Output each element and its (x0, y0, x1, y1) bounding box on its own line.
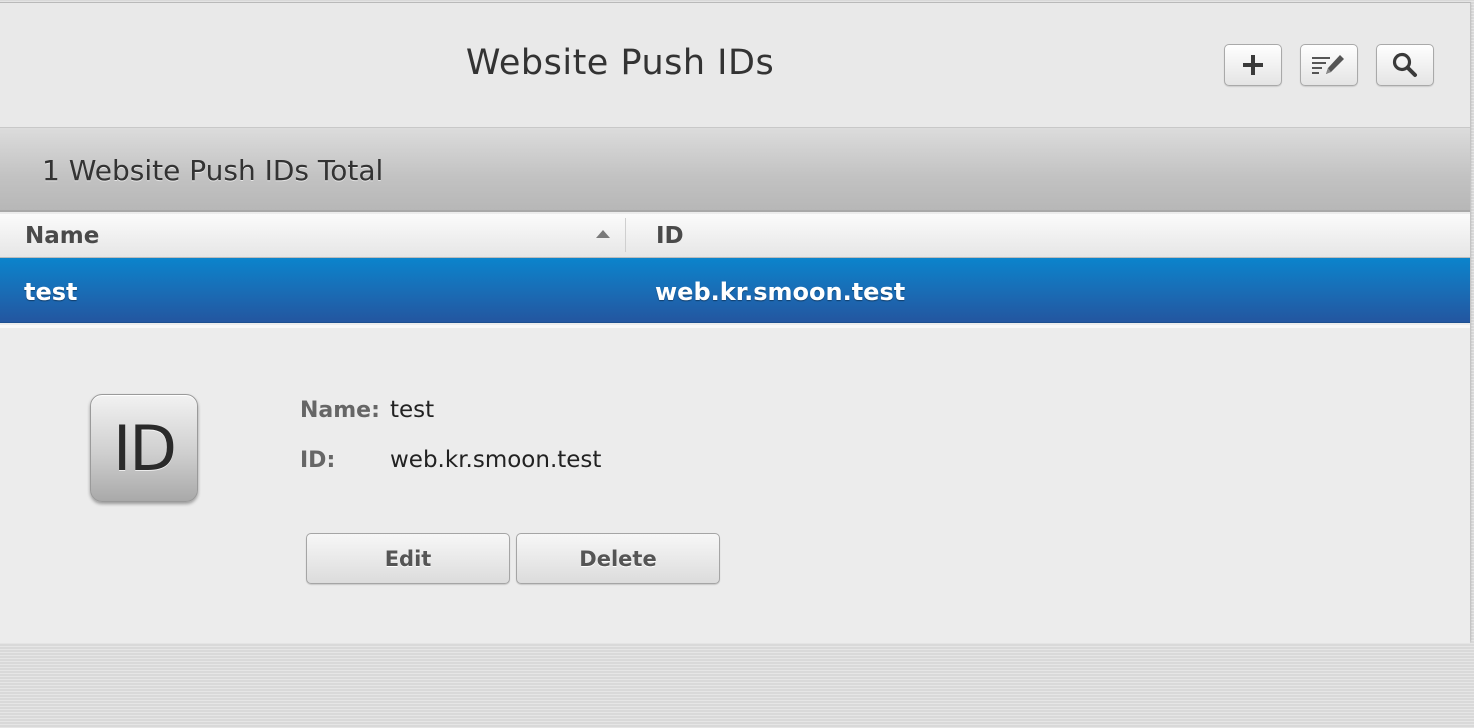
search-button[interactable] (1376, 44, 1434, 86)
column-divider[interactable] (625, 218, 626, 252)
edit-list-icon (1312, 55, 1344, 74)
name-label: Name: (300, 398, 380, 423)
edit-button[interactable]: Edit (306, 533, 510, 584)
name-value: test (390, 397, 435, 423)
column-header-id[interactable]: ID (656, 223, 684, 249)
edit-list-button[interactable] (1300, 44, 1358, 86)
id-badge-text: ID (112, 411, 177, 485)
search-icon (1392, 52, 1417, 77)
column-header-name[interactable]: Name (25, 223, 99, 249)
page-header: Website Push IDs (0, 3, 1470, 128)
id-badge-icon: ID (90, 394, 198, 502)
row-name-cell: test (24, 278, 78, 306)
total-count: 1 Website Push IDs Total (42, 154, 384, 187)
summary-bar: 1 Website Push IDs Total (0, 128, 1470, 212)
id-label: ID: (300, 448, 336, 473)
table-header: Name ID (0, 214, 1470, 258)
table-row[interactable]: test web.kr.smoon.test (0, 258, 1470, 323)
row-id-cell: web.kr.smoon.test (655, 278, 906, 306)
page-title: Website Push IDs (465, 43, 775, 83)
delete-button[interactable]: Delete (516, 533, 720, 584)
add-button[interactable] (1224, 44, 1282, 86)
plus-icon (1243, 55, 1263, 75)
id-value: web.kr.smoon.test (390, 447, 602, 473)
sort-ascending-icon (596, 230, 610, 238)
detail-pane: ID Name: test ID: web.kr.smoon.test Edit… (0, 325, 1470, 643)
main-panel: Website Push IDs 1 Website Push IDs Tota… (0, 2, 1471, 643)
